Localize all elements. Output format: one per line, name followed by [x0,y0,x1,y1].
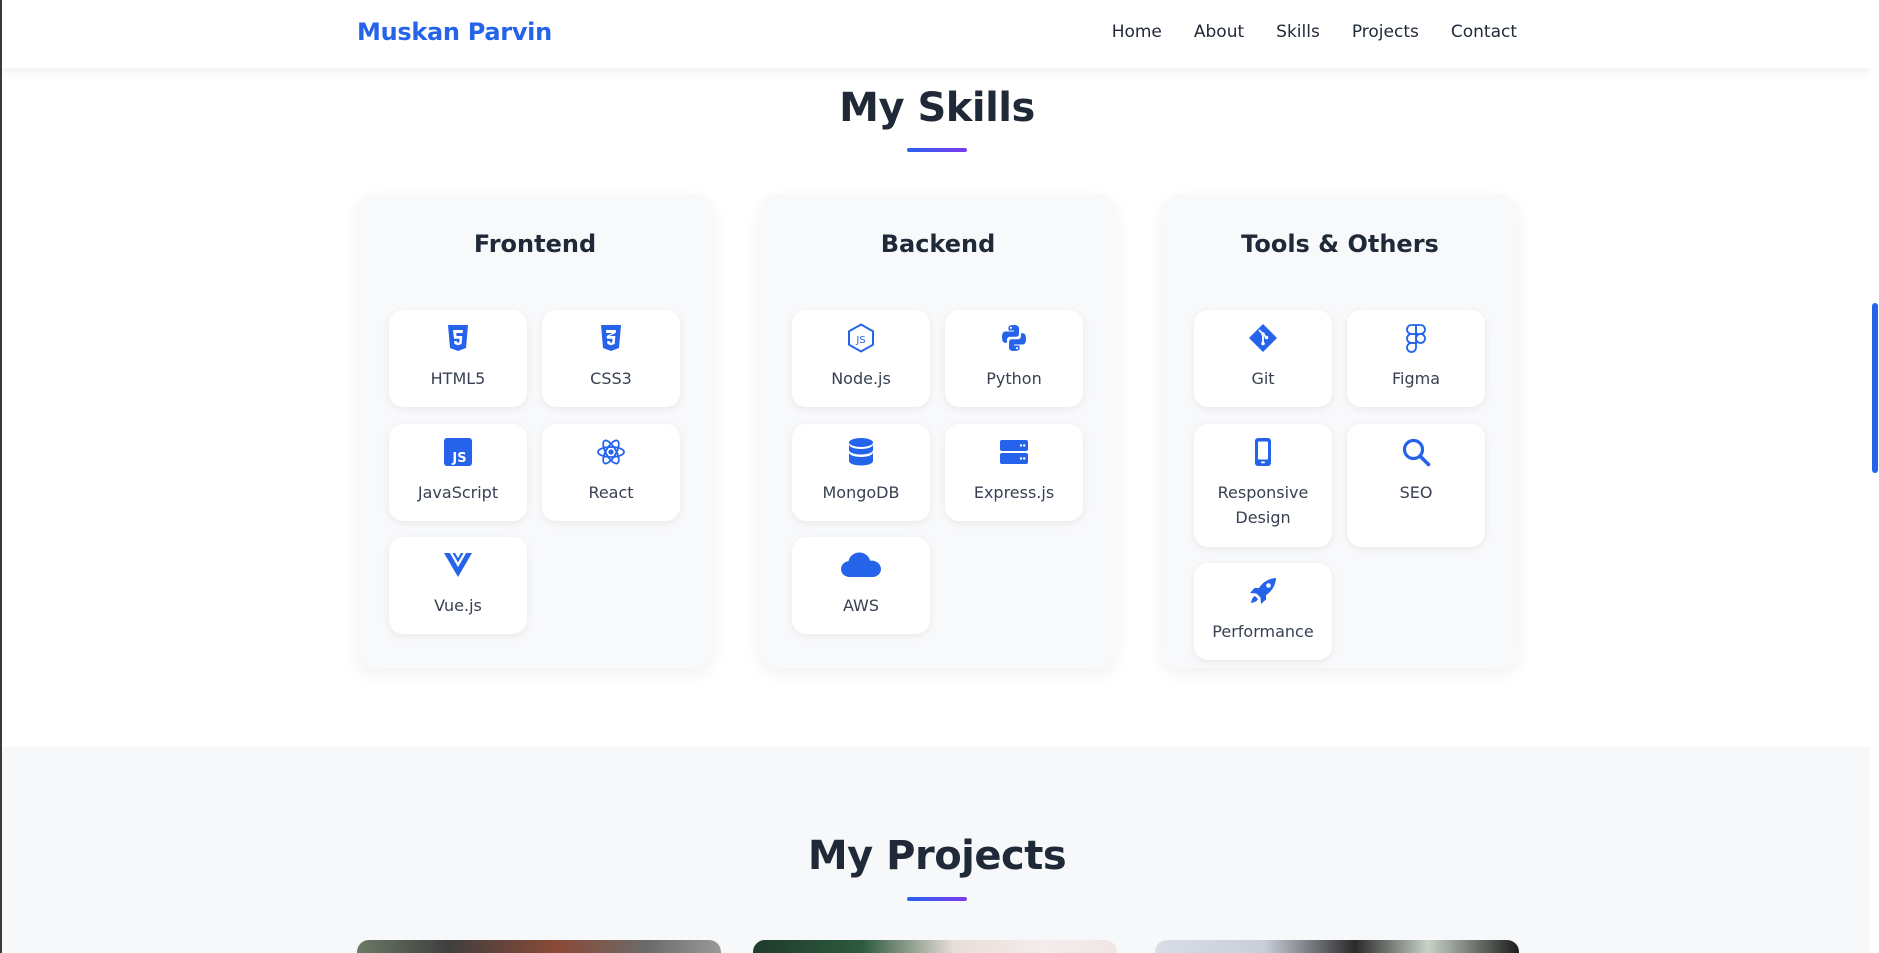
skill-label: SEO [1399,483,1433,502]
nav-link-about[interactable]: About [1194,22,1244,42]
server-icon [999,437,1029,467]
skill-category-frontend: Frontend HTML5 CSS3 JS JavaScript React … [357,194,713,668]
nav-link-home[interactable]: Home [1112,22,1162,42]
project-card-image[interactable] [357,940,721,953]
skill-label: HTML5 [430,369,486,388]
window-edge [0,0,2,953]
svg-text:JS: JS [855,335,865,346]
skill-tile-vuejs[interactable]: Vue.js [389,537,527,634]
skills-section: My Skills Frontend HTML5 CSS3 JS JavaScr… [0,68,1870,747]
javascript-icon: JS [443,437,473,467]
nodejs-icon: JS [846,323,876,353]
mobile-icon [1248,437,1278,467]
skill-label: Performance [1212,622,1314,641]
figma-icon [1401,323,1431,353]
title-underline [907,148,967,152]
skill-tile-aws[interactable]: AWS [792,537,930,634]
project-card-image[interactable] [753,940,1117,953]
projects-section: My Projects [0,747,1870,953]
vuejs-icon [443,550,473,580]
skill-label: Vue.js [434,596,482,615]
skill-category-backend: Backend JS Node.js Python MongoDB Expres… [760,194,1116,668]
skill-tile-figma[interactable]: Figma [1347,310,1485,407]
search-icon [1401,437,1431,467]
skill-label: MongoDB [822,483,900,502]
skill-tile-mongodb[interactable]: MongoDB [792,424,930,521]
nav-link-projects[interactable]: Projects [1352,22,1419,42]
skill-tile-responsive-design[interactable]: Responsive Design [1194,424,1332,547]
category-title: Tools & Others [1241,230,1439,258]
skill-category-tools: Tools & Others Git Figma Responsive Desi… [1162,194,1518,668]
skill-tile-git[interactable]: Git [1194,310,1332,407]
database-icon [846,437,876,467]
navbar: Muskan Parvin Home About Skills Projects… [0,0,1870,68]
skill-tile-performance[interactable]: Performance [1194,563,1332,660]
skill-label: CSS3 [590,369,632,388]
category-title: Backend [880,230,996,258]
skill-tile-javascript[interactable]: JS JavaScript [389,424,527,521]
skill-label: Figma [1391,369,1441,388]
scrollbar-thumb[interactable] [1872,303,1878,473]
nav-link-contact[interactable]: Contact [1451,22,1517,42]
brand-logo[interactable]: Muskan Parvin [357,18,552,46]
scrollbar-track[interactable] [1870,0,1879,953]
skill-label: Responsive Design [1217,483,1309,527]
skill-tile-seo[interactable]: SEO [1347,424,1485,547]
rocket-icon [1248,576,1278,606]
skill-label: JavaScript [417,483,499,502]
skill-label: Express.js [973,483,1055,502]
css3-icon [596,323,626,353]
skill-tile-html5[interactable]: HTML5 [389,310,527,407]
git-icon [1248,323,1278,353]
skill-tile-react[interactable]: React [542,424,680,521]
project-card-image[interactable] [1155,940,1519,953]
skill-tile-nodejs[interactable]: JS Node.js [792,310,930,407]
skill-label: React [588,483,634,502]
nav-link-skills[interactable]: Skills [1276,22,1320,42]
skill-label: AWS [842,596,880,615]
section-title-skills: My Skills [839,85,1035,131]
python-icon [999,323,1029,353]
skill-tile-python[interactable]: Python [945,310,1083,407]
nav-links: Home About Skills Projects Contact [1112,22,1517,42]
section-title-projects: My Projects [807,833,1067,879]
category-title: Frontend [473,230,597,258]
page: Muskan Parvin Home About Skills Projects… [0,0,1879,953]
react-icon [596,437,626,467]
skill-tile-expressjs[interactable]: Express.js [945,424,1083,521]
skill-tile-css3[interactable]: CSS3 [542,310,680,407]
html5-icon [443,323,473,353]
skill-label: Node.js [831,369,891,388]
skill-label: Git [1251,369,1275,388]
skill-label: Python [986,369,1042,388]
title-underline [907,897,967,901]
cloud-icon [840,550,882,580]
svg-text:JS: JS [451,451,466,466]
